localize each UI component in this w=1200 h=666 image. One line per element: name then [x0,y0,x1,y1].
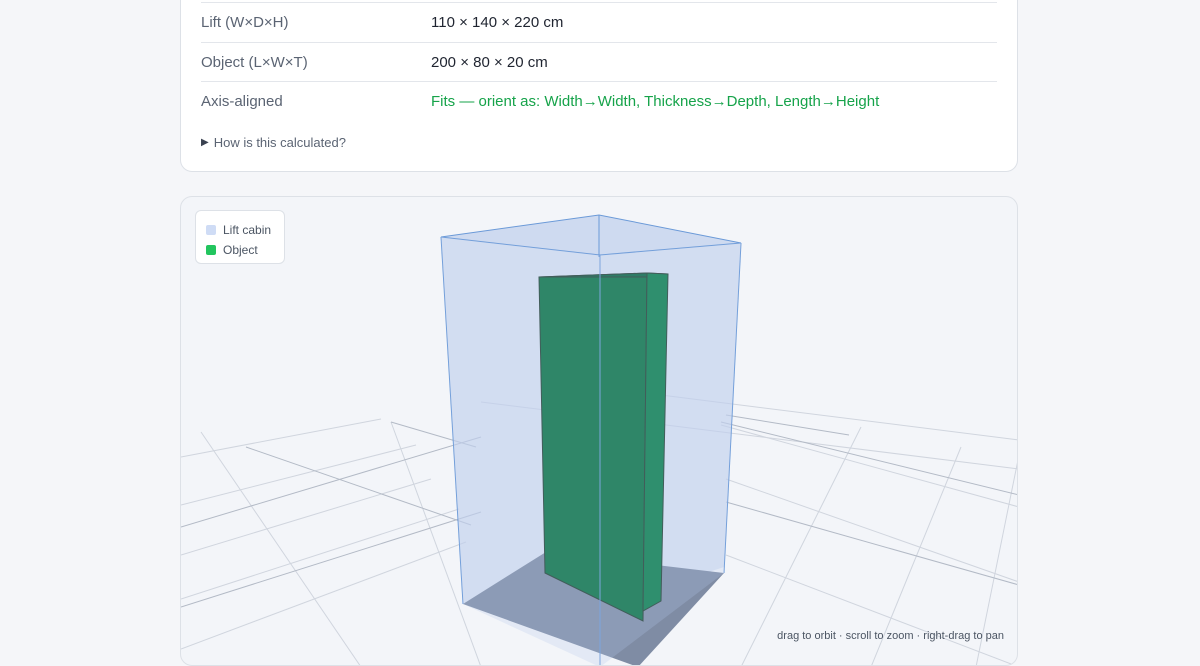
3d-viewer[interactable]: Lift cabin Object drag to orbit · scroll… [180,196,1018,666]
cabin-front-right-face [600,243,741,665]
disclosure-triangle-icon: ▶ [201,137,209,148]
axis-aligned-label: Axis-aligned [201,93,283,110]
object-dimensions-label: Object (L×W×T) [201,54,308,71]
lift-dimensions-label: Lift (W×D×H) [201,14,289,31]
lift-dimensions-row: Lift (W×D×H) 110 × 140 × 220 cm [201,2,997,42]
3d-scene-canvas[interactable] [181,197,1018,666]
calculation-details-label: How is this calculated? [213,135,346,150]
lift-dimensions-value: 110 × 140 × 220 cm [431,14,564,31]
object-swatch [206,245,216,255]
viewer-controls-hint: drag to orbit · scroll to zoom · right-d… [777,630,1004,642]
calculation-details-toggle[interactable]: ▶ How is this calculated? [201,135,346,150]
axis-aligned-result: Fits — orient as: Width→Width, Thickness… [431,93,880,110]
lift-cabin-swatch [206,225,216,235]
cabin-front-faces [441,237,600,665]
legend-item-lift-cabin: Lift cabin [206,220,274,240]
scene-legend: Lift cabin Object [195,210,285,264]
legend-label-lift-cabin: Lift cabin [223,223,272,237]
object-dimensions-row: Object (L×W×T) 200 × 80 × 20 cm [201,42,997,82]
legend-label-object: Object [223,243,258,257]
axis-aligned-row: Axis-aligned Fits — orient as: Width→Wid… [201,81,997,121]
object-dimensions-value: 200 × 80 × 20 cm [431,54,548,71]
legend-item-object: Object [206,240,274,260]
results-card: Lift (W×D×H) 110 × 140 × 220 cm Object (… [180,0,1018,172]
